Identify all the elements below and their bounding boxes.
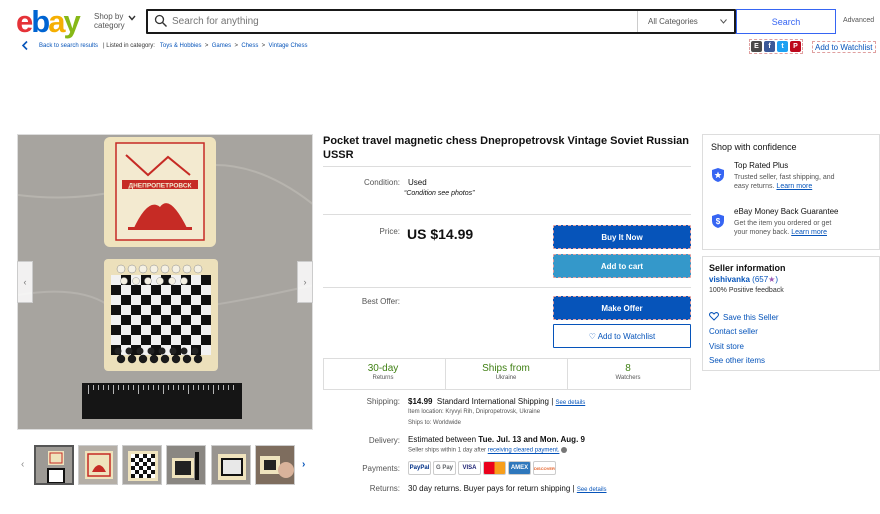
category-select[interactable]: All Categories <box>648 17 698 26</box>
thumbnail[interactable] <box>34 445 74 485</box>
returns-see-details-link[interactable]: See details <box>577 487 607 493</box>
shop-by-category[interactable]: Shop by category <box>94 12 125 30</box>
breadcrumb-item[interactable]: Vintage Chess <box>269 43 308 49</box>
stat-ships-from: Ships from Ukraine <box>482 363 530 381</box>
returns-info: 30 day returns. Buyer pays for return sh… <box>408 484 607 493</box>
make-offer-button[interactable]: Make Offer <box>553 296 691 320</box>
money-back-icon: $ <box>712 214 724 228</box>
delivery-label: Delivery: <box>368 436 400 445</box>
returns-label: Returns: <box>369 484 400 493</box>
cleared-payment-link[interactable]: receiving cleared payment. <box>488 448 560 454</box>
thumbnail[interactable] <box>211 445 251 485</box>
divider <box>323 166 691 167</box>
contact-seller-link[interactable]: Contact seller <box>709 327 758 336</box>
money-back-learn-more-link[interactable]: Learn more <box>791 229 827 236</box>
item-location: Item location: Kryvyi Rih, Dnipropetrovs… <box>408 409 541 415</box>
seller-name-row: vishivanka (657★) <box>709 275 779 284</box>
add-to-watchlist-button[interactable]: ♡ Add to Watchlist <box>553 324 691 348</box>
positive-feedback: 100% Positive feedback <box>709 287 784 294</box>
mastercard-icon: MC <box>483 461 506 475</box>
heart-icon <box>709 312 719 321</box>
ebay-logo[interactable]: ebay <box>16 6 81 37</box>
top-rated-title: Top Rated Plus <box>734 161 789 170</box>
condition-note: “Condition see photos” <box>404 190 475 197</box>
money-back-desc: Get the item you ordered or get your mone… <box>734 220 832 236</box>
chevron-down-icon <box>128 15 136 21</box>
back-arrow-icon[interactable] <box>20 40 31 51</box>
shipping-info: $14.99 Standard International Shipping |… <box>408 397 586 406</box>
visit-store-link[interactable]: Visit store <box>709 342 744 351</box>
item-title: Pocket travel magnetic chess Dnepropetro… <box>323 135 689 161</box>
back-to-search-link[interactable]: Back to search results <box>39 43 98 49</box>
stat-returns: 30-day Returns <box>367 363 399 381</box>
add-to-cart-button[interactable]: Add to cart <box>553 254 691 278</box>
pinterest-icon[interactable]: P <box>790 41 801 52</box>
condition-value: Used <box>408 178 427 187</box>
discover-icon: DISCOVER <box>533 461 556 475</box>
advanced-search-link[interactable]: Advanced <box>843 17 874 24</box>
top-rated-desc: Trusted seller, fast shipping, and easy r… <box>734 174 835 190</box>
thumbnail[interactable] <box>122 445 162 485</box>
thumbnail[interactable] <box>255 445 295 485</box>
other-items-link[interactable]: See other items <box>709 356 765 365</box>
thumbs-next-icon[interactable]: › <box>302 459 305 470</box>
money-back-title: eBay Money Back Guarantee <box>734 207 839 216</box>
divider <box>637 11 638 32</box>
add-to-watchlist-link[interactable]: Add to Watchlist <box>812 41 876 53</box>
breadcrumb-item[interactable]: Toys & Hobbies <box>160 43 202 49</box>
best-offer-label: Best Offer: <box>361 297 400 306</box>
box-text: ДНЕПРОПЕТРОВСК <box>128 183 191 190</box>
facebook-icon[interactable]: f <box>764 41 775 52</box>
product-main-image[interactable]: ДНЕПРОПЕТРОВСК <box>17 134 313 430</box>
payments-label: Payments: <box>362 464 400 473</box>
breadcrumb-item[interactable]: Chess <box>241 43 258 49</box>
thumbnail[interactable] <box>78 445 118 485</box>
divider <box>323 287 691 288</box>
search-icon <box>154 14 167 27</box>
image-next-button[interactable]: › <box>297 261 313 303</box>
ships-to: Ships to: Worldwide <box>408 420 461 426</box>
breadcrumb-item[interactable]: Games <box>212 43 231 49</box>
price-value: US $14.99 <box>407 226 474 242</box>
amex-icon: AMEX <box>508 461 531 475</box>
image-prev-button[interactable]: ‹ <box>17 261 33 303</box>
feedback-score-link[interactable]: (657 <box>752 275 768 284</box>
top-rated-icon <box>712 168 724 182</box>
top-rated-learn-more-link[interactable]: Learn more <box>776 183 812 190</box>
thumbnail[interactable] <box>166 445 206 485</box>
delivery-estimate: Estimated between Tue. Jul. 13 and Mon. … <box>408 435 585 444</box>
chess-set-photo: ДНЕПРОПЕТРОВСК <box>18 135 312 429</box>
svg-text:$: $ <box>716 217 721 226</box>
twitter-icon[interactable]: t <box>777 41 788 52</box>
shipping-label: Shipping: <box>366 397 400 406</box>
breadcrumb: Back to search results | Listed in categ… <box>39 43 308 49</box>
buy-it-now-button[interactable]: Buy It Now <box>553 225 691 249</box>
info-icon[interactable] <box>561 447 568 453</box>
price-label: Price: <box>379 227 400 236</box>
seller-name-link[interactable]: vishivanka <box>709 275 750 284</box>
condition-label: Condition: <box>363 178 400 187</box>
email-share-icon[interactable]: E <box>751 41 762 52</box>
search-input[interactable] <box>172 12 622 31</box>
visa-icon: VISA <box>458 461 481 475</box>
google-pay-icon: G Pay <box>433 461 456 475</box>
paypal-icon: PayPal <box>408 461 431 475</box>
chevron-down-icon <box>720 19 727 24</box>
seller-info-title: Seller information <box>709 263 786 273</box>
save-seller-link[interactable]: Save this Seller <box>723 313 779 322</box>
shipping-see-details-link[interactable]: See details <box>556 400 586 406</box>
delivery-note: Seller ships within 1 day after receivin… <box>408 447 568 454</box>
thumbs-prev-icon[interactable]: ‹ <box>21 459 24 470</box>
stat-watchers: 8 Watchers <box>615 363 641 381</box>
confidence-title: Shop with confidence <box>711 142 797 152</box>
divider <box>323 214 691 215</box>
search-button[interactable]: Search <box>736 9 836 34</box>
